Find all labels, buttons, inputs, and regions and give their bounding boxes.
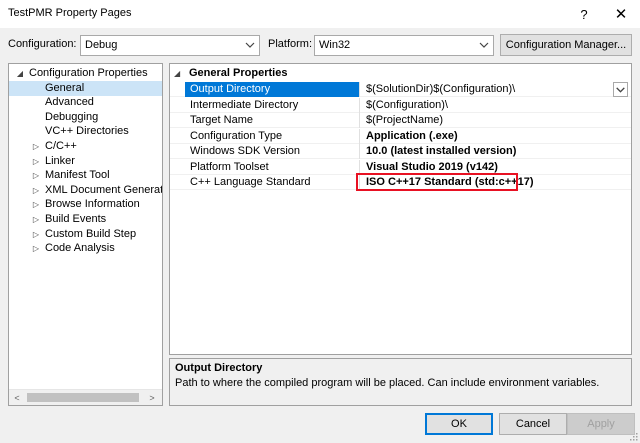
tree-item[interactable]: General (9, 80, 162, 96)
property-value[interactable]: $(SolutionDir)$(Configuration)\ (361, 82, 609, 97)
property-pages-dialog: TestPMR Property Pages ? ✕ Configuration… (0, 0, 640, 443)
value-dropdown-button[interactable] (613, 82, 628, 97)
property-grid: ◢ General Properties Output Directory $(S… (169, 63, 632, 355)
highlight-annotation (356, 173, 518, 191)
collapsed-arrow-icon[interactable]: ▷ (31, 139, 41, 154)
tree-item-label: Manifest Tool (45, 169, 110, 182)
tree-item[interactable]: ▷ Manifest Tool (9, 168, 162, 183)
property-value[interactable]: $(ProjectName) (361, 113, 609, 128)
collapsed-arrow-icon[interactable]: ▷ (31, 227, 41, 242)
description-text: Path to where the compiled program will … (175, 377, 600, 389)
property-value[interactable]: Application (.exe) (361, 129, 609, 144)
tree-item-label: Advanced (45, 96, 94, 109)
property-value[interactable]: $(Configuration)\ (361, 98, 609, 113)
property-name: Configuration Type (185, 128, 360, 144)
property-value[interactable]: 10.0 (latest installed version) (361, 144, 609, 159)
category-header[interactable]: ◢ General Properties (170, 66, 631, 81)
configuration-label: Configuration: (8, 38, 77, 50)
expanded-arrow-icon[interactable]: ◢ (15, 66, 25, 81)
tree-item-label: Configuration Properties (29, 67, 148, 79)
property-row[interactable]: Target Name $(ProjectName) (170, 113, 631, 128)
tree-item[interactable]: ▷ Browse Information (9, 197, 162, 212)
resize-grip-icon[interactable] (628, 431, 638, 441)
chevron-down-icon (479, 42, 489, 48)
collapsed-arrow-icon[interactable]: ▷ (31, 154, 41, 169)
horizontal-scrollbar[interactable]: < > (9, 389, 162, 405)
property-row[interactable]: Windows SDK Version 10.0 (latest installe… (170, 144, 631, 159)
tree-item[interactable]: ▷ Build Events (9, 212, 162, 227)
scroll-left-arrow[interactable]: < (10, 391, 24, 405)
configuration-value: Debug (85, 39, 118, 51)
property-row[interactable]: Output Directory $(SolutionDir)$(Configur… (170, 82, 631, 97)
tree-item[interactable]: ▷ Custom Build Step (9, 227, 162, 242)
description-panel: Output Directory Path to where the compi… (169, 358, 632, 406)
description-title: Output Directory (175, 362, 263, 374)
tree-item-label: General (45, 81, 85, 94)
chevron-down-icon (245, 42, 255, 48)
tree-item[interactable]: VC++ Directories (9, 124, 162, 139)
category-title: General Properties (189, 67, 288, 79)
tree-item[interactable]: ▷ C/C++ (9, 139, 162, 154)
tree-item-label: Linker (45, 154, 75, 167)
chevron-down-icon (616, 87, 625, 93)
property-name: Target Name (185, 113, 360, 128)
property-name: Windows SDK Version (185, 144, 360, 159)
configuration-manager-button[interactable]: Configuration Manager... (500, 34, 632, 56)
property-name: Platform Toolset (185, 159, 360, 175)
tree-item-label: VC++ Directories (45, 125, 129, 138)
apply-button[interactable]: Apply (567, 413, 635, 435)
property-name: Intermediate Directory (185, 97, 360, 113)
property-row[interactable]: Intermediate Directory $(Configuration)\ (170, 97, 631, 113)
close-button[interactable]: ✕ (603, 0, 639, 28)
tree-item-label: XML Document Generator (45, 183, 163, 196)
tree-item[interactable]: ▷ XML Document Generator (9, 183, 162, 198)
scrollbar-thumb[interactable] (27, 393, 139, 402)
property-tree: ◢ Configuration Properties General Advanced… (8, 63, 163, 406)
collapsed-arrow-icon[interactable]: ▷ (31, 168, 41, 183)
tree-item[interactable]: Debugging (9, 110, 162, 125)
ok-button[interactable]: OK (425, 413, 493, 435)
help-button[interactable]: ? (566, 0, 602, 28)
collapsed-arrow-icon[interactable]: ▷ (31, 212, 41, 227)
property-name: Output Directory (185, 82, 360, 97)
tree-item-label: Code Analysis (45, 242, 115, 255)
collapsed-arrow-icon[interactable]: ▷ (31, 183, 41, 198)
property-name: C++ Language Standard (185, 175, 360, 190)
platform-dropdown[interactable]: Win32 (314, 35, 494, 56)
title-bar: TestPMR Property Pages ? ✕ (0, 0, 640, 28)
tree-item-label: Debugging (45, 110, 99, 123)
tree-item[interactable]: ◢ Configuration Properties (9, 66, 162, 81)
collapsed-arrow-icon[interactable]: ▷ (31, 197, 41, 212)
tree-item[interactable]: ▷ Code Analysis (9, 241, 162, 256)
tree-item-label: Build Events (45, 213, 107, 225)
scroll-right-arrow[interactable]: > (145, 391, 159, 405)
window-title: TestPMR Property Pages (8, 7, 132, 19)
tree-item-label: C/C++ (45, 140, 77, 152)
property-row[interactable]: Configuration Type Application (.exe) (170, 128, 631, 144)
tree-item[interactable]: Advanced (9, 95, 162, 110)
collapsed-arrow-icon[interactable]: ▷ (31, 241, 41, 256)
platform-value: Win32 (319, 39, 351, 51)
tree-item-label: Custom Build Step (45, 227, 137, 240)
platform-label: Platform: (268, 38, 313, 50)
tree-item-label: Browse Information (45, 198, 140, 211)
tree-item[interactable]: ▷ Linker (9, 154, 162, 169)
cancel-button[interactable]: Cancel (499, 413, 567, 435)
configuration-dropdown[interactable]: Debug (80, 35, 260, 56)
collapse-icon[interactable]: ◢ (174, 66, 180, 81)
